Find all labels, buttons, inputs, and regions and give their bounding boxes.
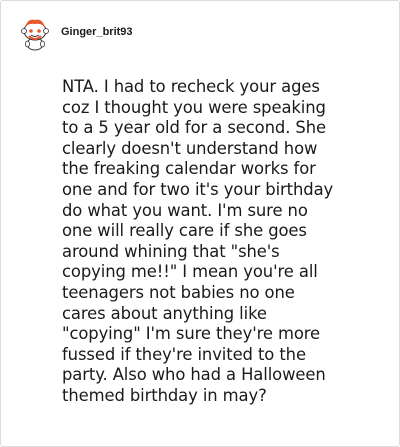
comment-text: NTA. I had to recheck your ages coz I th…: [62, 77, 334, 405]
comment-author[interactable]: Ginger_brit93: [61, 26, 133, 38]
reddit-snoo-avatar-icon[interactable]: [19, 15, 51, 51]
comment-card: Ginger_brit93 NTA. I had to recheck your…: [0, 0, 400, 447]
comment-header: Ginger_brit93: [19, 15, 133, 51]
